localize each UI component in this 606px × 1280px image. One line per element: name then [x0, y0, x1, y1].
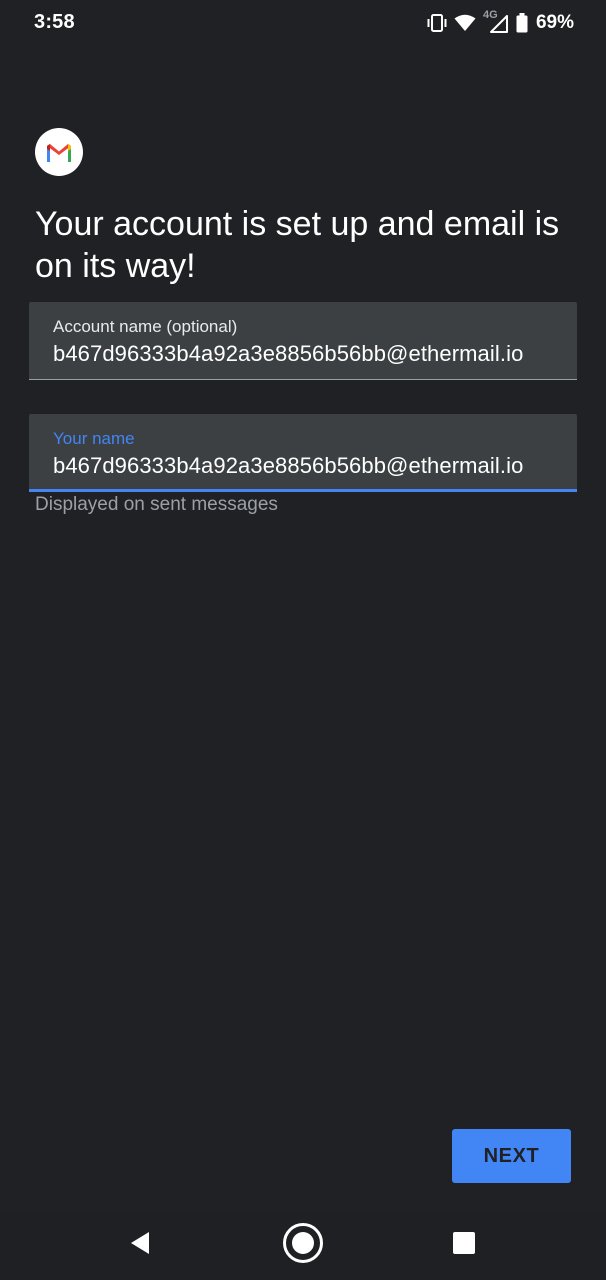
- your-name-input[interactable]: [53, 450, 559, 482]
- your-name-helper-text: Displayed on sent messages: [35, 494, 278, 515]
- status-icons: 4G 69%: [426, 9, 574, 36]
- vibrate-icon: [426, 14, 448, 32]
- recents-button[interactable]: [424, 1210, 504, 1280]
- page-title: Your account is set up and email is on i…: [35, 205, 560, 285]
- status-bar: 3:58 4G 69%: [0, 0, 606, 46]
- your-name-field[interactable]: Your name: [29, 414, 577, 492]
- your-name-label: Your name: [53, 429, 135, 448]
- recents-icon: [452, 1231, 476, 1260]
- next-button[interactable]: NEXT: [452, 1129, 571, 1183]
- wifi-icon: [454, 14, 476, 32]
- navigation-bar: [0, 1210, 606, 1280]
- back-icon: [128, 1230, 152, 1261]
- gmail-logo-icon: [35, 128, 83, 176]
- account-name-input[interactable]: [53, 338, 559, 370]
- back-button[interactable]: [100, 1210, 180, 1280]
- cellular-signal-icon: 4G: [482, 9, 510, 36]
- battery-icon: [516, 13, 528, 33]
- account-name-label: Account name (optional): [53, 317, 238, 336]
- battery-percent: 69%: [535, 12, 574, 33]
- status-time: 3:58: [34, 11, 75, 33]
- account-name-field[interactable]: Account name (optional): [29, 302, 577, 380]
- home-button[interactable]: [263, 1210, 343, 1280]
- home-icon: [281, 1221, 325, 1270]
